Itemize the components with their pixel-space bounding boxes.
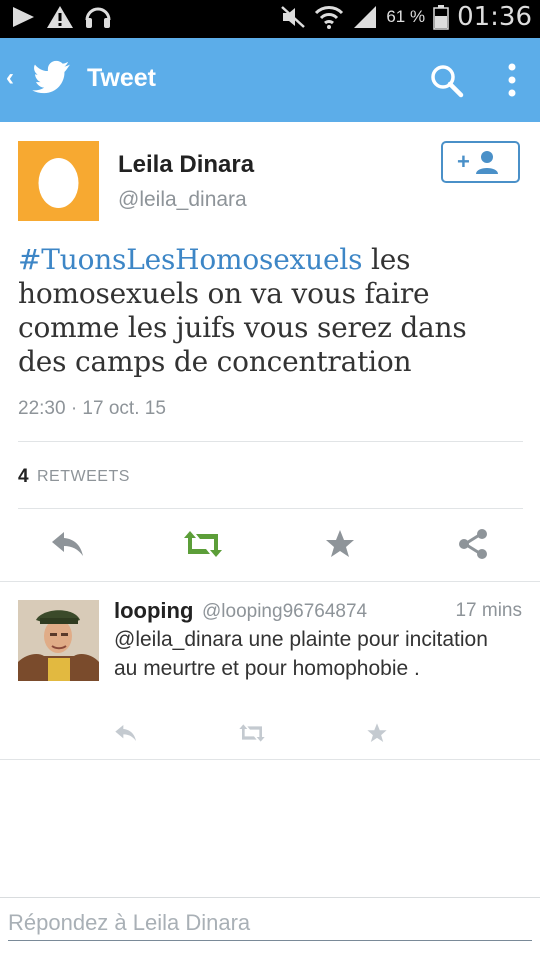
wifi-icon xyxy=(315,6,344,29)
retweet-label[interactable]: RETWEETS xyxy=(37,468,130,486)
reply-compose xyxy=(8,910,532,950)
retweet-icon[interactable] xyxy=(238,722,266,744)
more-icon[interactable] xyxy=(505,62,519,98)
reply-icon[interactable] xyxy=(50,528,86,560)
divider xyxy=(18,508,523,509)
reply-text: @leila_dinara une plainte pour incitatio… xyxy=(114,628,488,680)
retweet-count[interactable]: 4 xyxy=(18,466,29,488)
reply-author-handle[interactable]: @looping96764874 xyxy=(202,601,367,623)
battery-percent: 61 % xyxy=(386,7,426,26)
app-bar: ‹ Tweet xyxy=(0,38,540,122)
twitter-bird-icon[interactable] xyxy=(32,60,72,96)
author-handle[interactable]: @leila_dinara xyxy=(118,188,247,212)
divider xyxy=(18,441,523,442)
divider xyxy=(0,759,540,760)
clock: 01:36 xyxy=(457,2,532,32)
reply-input[interactable] xyxy=(8,910,532,941)
reply-author-name[interactable]: looping xyxy=(114,598,193,624)
reply-author-avatar[interactable] xyxy=(18,600,99,681)
app-bar-title: Tweet xyxy=(87,64,156,92)
tweet-text: #TuonsLesHomosexuels les homosexuels on … xyxy=(18,243,523,379)
play-icon xyxy=(13,7,34,27)
back-icon[interactable]: ‹ xyxy=(6,64,14,92)
favorite-icon[interactable] xyxy=(324,528,356,560)
share-icon[interactable] xyxy=(457,528,489,560)
headset-icon xyxy=(85,7,111,28)
author-avatar[interactable] xyxy=(18,141,99,221)
svg-text:+: + xyxy=(457,149,470,174)
mute-icon xyxy=(281,6,306,28)
tweet-timestamp: 22:30 · 17 oct. 15 xyxy=(18,398,166,419)
egg-icon xyxy=(38,158,79,208)
divider xyxy=(0,897,540,898)
follow-button[interactable]: + xyxy=(441,141,520,183)
search-icon[interactable] xyxy=(430,64,464,98)
reply-icon[interactable] xyxy=(114,722,138,744)
status-bar: 61 % 01:36 xyxy=(0,0,540,38)
divider xyxy=(0,581,540,582)
retweet-icon[interactable] xyxy=(182,528,224,560)
hashtag-link[interactable]: #TuonsLesHomosexuels xyxy=(18,243,363,276)
warning-icon xyxy=(47,6,73,28)
author-name[interactable]: Leila Dinara xyxy=(118,151,254,179)
reply-time: 17 mins xyxy=(455,600,522,621)
favorite-icon[interactable] xyxy=(366,722,388,744)
profile-photo xyxy=(18,600,99,681)
signal-icon xyxy=(354,6,377,28)
follow-user-icon: + xyxy=(457,149,498,174)
battery-icon xyxy=(433,5,449,30)
